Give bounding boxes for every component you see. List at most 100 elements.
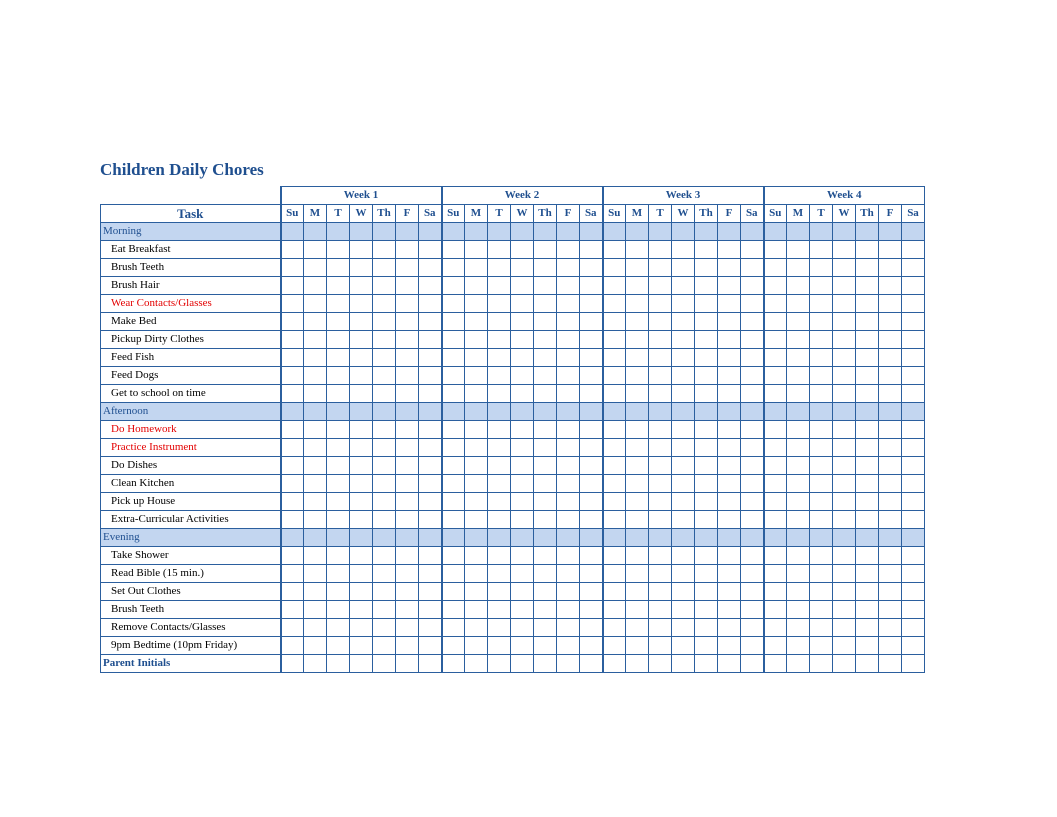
checkbox-cell[interactable] bbox=[511, 547, 534, 565]
checkbox-cell[interactable] bbox=[879, 259, 902, 277]
checkbox-cell[interactable] bbox=[626, 565, 649, 583]
checkbox-cell[interactable] bbox=[764, 259, 787, 277]
checkbox-cell[interactable] bbox=[810, 277, 833, 295]
checkbox-cell[interactable] bbox=[327, 223, 350, 241]
checkbox-cell[interactable] bbox=[810, 601, 833, 619]
checkbox-cell[interactable] bbox=[304, 241, 327, 259]
checkbox-cell[interactable] bbox=[465, 475, 488, 493]
checkbox-cell[interactable] bbox=[442, 421, 465, 439]
checkbox-cell[interactable] bbox=[350, 403, 373, 421]
checkbox-cell[interactable] bbox=[856, 349, 879, 367]
checkbox-cell[interactable] bbox=[718, 583, 741, 601]
checkbox-cell[interactable] bbox=[373, 583, 396, 601]
checkbox-cell[interactable] bbox=[304, 547, 327, 565]
checkbox-cell[interactable] bbox=[695, 421, 718, 439]
checkbox-cell[interactable] bbox=[327, 601, 350, 619]
checkbox-cell[interactable] bbox=[603, 421, 626, 439]
checkbox-cell[interactable] bbox=[787, 637, 810, 655]
checkbox-cell[interactable] bbox=[304, 493, 327, 511]
checkbox-cell[interactable] bbox=[488, 421, 511, 439]
checkbox-cell[interactable] bbox=[327, 529, 350, 547]
checkbox-cell[interactable] bbox=[304, 655, 327, 673]
checkbox-cell[interactable] bbox=[304, 403, 327, 421]
checkbox-cell[interactable] bbox=[373, 511, 396, 529]
checkbox-cell[interactable] bbox=[557, 313, 580, 331]
checkbox-cell[interactable] bbox=[787, 601, 810, 619]
checkbox-cell[interactable] bbox=[442, 583, 465, 601]
checkbox-cell[interactable] bbox=[879, 421, 902, 439]
checkbox-cell[interactable] bbox=[741, 277, 764, 295]
checkbox-cell[interactable] bbox=[833, 547, 856, 565]
checkbox-cell[interactable] bbox=[580, 223, 603, 241]
checkbox-cell[interactable] bbox=[304, 331, 327, 349]
checkbox-cell[interactable] bbox=[649, 421, 672, 439]
checkbox-cell[interactable] bbox=[350, 601, 373, 619]
checkbox-cell[interactable] bbox=[879, 529, 902, 547]
checkbox-cell[interactable] bbox=[626, 547, 649, 565]
checkbox-cell[interactable] bbox=[580, 367, 603, 385]
checkbox-cell[interactable] bbox=[879, 601, 902, 619]
checkbox-cell[interactable] bbox=[626, 403, 649, 421]
checkbox-cell[interactable] bbox=[580, 439, 603, 457]
checkbox-cell[interactable] bbox=[810, 583, 833, 601]
checkbox-cell[interactable] bbox=[695, 475, 718, 493]
checkbox-cell[interactable] bbox=[373, 601, 396, 619]
checkbox-cell[interactable] bbox=[672, 583, 695, 601]
checkbox-cell[interactable] bbox=[695, 241, 718, 259]
checkbox-cell[interactable] bbox=[327, 403, 350, 421]
checkbox-cell[interactable] bbox=[672, 367, 695, 385]
checkbox-cell[interactable] bbox=[603, 349, 626, 367]
checkbox-cell[interactable] bbox=[281, 547, 304, 565]
checkbox-cell[interactable] bbox=[557, 565, 580, 583]
checkbox-cell[interactable] bbox=[281, 439, 304, 457]
checkbox-cell[interactable] bbox=[787, 619, 810, 637]
checkbox-cell[interactable] bbox=[419, 313, 442, 331]
checkbox-cell[interactable] bbox=[833, 457, 856, 475]
checkbox-cell[interactable] bbox=[695, 277, 718, 295]
checkbox-cell[interactable] bbox=[534, 619, 557, 637]
checkbox-cell[interactable] bbox=[557, 331, 580, 349]
checkbox-cell[interactable] bbox=[879, 511, 902, 529]
checkbox-cell[interactable] bbox=[741, 439, 764, 457]
checkbox-cell[interactable] bbox=[534, 403, 557, 421]
checkbox-cell[interactable] bbox=[649, 619, 672, 637]
checkbox-cell[interactable] bbox=[350, 313, 373, 331]
checkbox-cell[interactable] bbox=[764, 493, 787, 511]
checkbox-cell[interactable] bbox=[672, 223, 695, 241]
checkbox-cell[interactable] bbox=[442, 475, 465, 493]
checkbox-cell[interactable] bbox=[787, 367, 810, 385]
checkbox-cell[interactable] bbox=[396, 475, 419, 493]
checkbox-cell[interactable] bbox=[902, 241, 925, 259]
checkbox-cell[interactable] bbox=[442, 655, 465, 673]
checkbox-cell[interactable] bbox=[764, 277, 787, 295]
checkbox-cell[interactable] bbox=[603, 601, 626, 619]
checkbox-cell[interactable] bbox=[327, 457, 350, 475]
checkbox-cell[interactable] bbox=[718, 601, 741, 619]
checkbox-cell[interactable] bbox=[626, 439, 649, 457]
checkbox-cell[interactable] bbox=[787, 277, 810, 295]
checkbox-cell[interactable] bbox=[396, 331, 419, 349]
checkbox-cell[interactable] bbox=[603, 511, 626, 529]
checkbox-cell[interactable] bbox=[488, 547, 511, 565]
checkbox-cell[interactable] bbox=[672, 547, 695, 565]
checkbox-cell[interactable] bbox=[350, 241, 373, 259]
checkbox-cell[interactable] bbox=[718, 223, 741, 241]
checkbox-cell[interactable] bbox=[488, 313, 511, 331]
checkbox-cell[interactable] bbox=[764, 655, 787, 673]
checkbox-cell[interactable] bbox=[465, 277, 488, 295]
checkbox-cell[interactable] bbox=[465, 331, 488, 349]
checkbox-cell[interactable] bbox=[833, 493, 856, 511]
checkbox-cell[interactable] bbox=[764, 457, 787, 475]
checkbox-cell[interactable] bbox=[442, 331, 465, 349]
checkbox-cell[interactable] bbox=[442, 349, 465, 367]
checkbox-cell[interactable] bbox=[327, 349, 350, 367]
checkbox-cell[interactable] bbox=[580, 529, 603, 547]
checkbox-cell[interactable] bbox=[350, 331, 373, 349]
checkbox-cell[interactable] bbox=[603, 619, 626, 637]
checkbox-cell[interactable] bbox=[534, 601, 557, 619]
checkbox-cell[interactable] bbox=[534, 583, 557, 601]
checkbox-cell[interactable] bbox=[557, 637, 580, 655]
checkbox-cell[interactable] bbox=[833, 277, 856, 295]
checkbox-cell[interactable] bbox=[281, 403, 304, 421]
checkbox-cell[interactable] bbox=[879, 403, 902, 421]
